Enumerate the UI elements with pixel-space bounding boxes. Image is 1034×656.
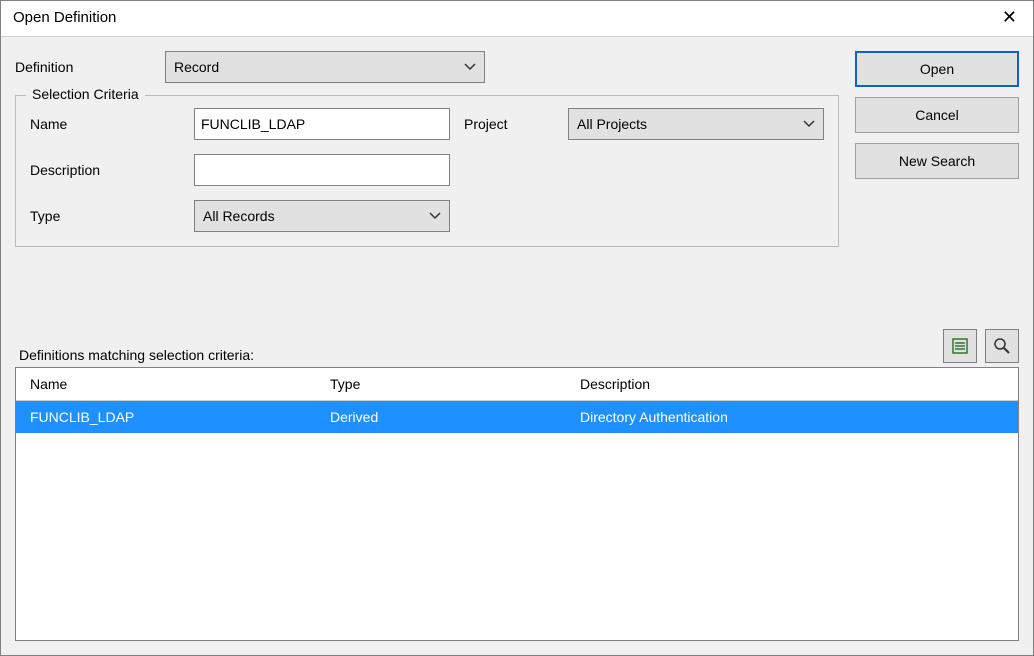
type-label: Type: [30, 208, 180, 224]
new-search-button[interactable]: New Search: [855, 143, 1019, 179]
definition-label: Definition: [15, 59, 165, 75]
definition-row: Definition Record: [15, 51, 839, 83]
titlebar: Open Definition ✕: [1, 1, 1033, 37]
selection-criteria-legend: Selection Criteria: [26, 86, 145, 102]
results-body: FUNCLIB_LDAP Derived Directory Authentic…: [16, 401, 1018, 640]
column-description[interactable]: Description: [566, 368, 1018, 400]
chevron-down-icon: [464, 63, 476, 71]
dialog-body: Definition Record Selection Criteria Nam…: [1, 37, 1033, 333]
type-combo-value: All Records: [203, 208, 275, 224]
open-definition-dialog: Open Definition ✕ Definition Record Sele…: [0, 0, 1034, 656]
type-combo[interactable]: All Records: [194, 200, 450, 232]
chevron-down-icon: [803, 120, 815, 128]
table-row[interactable]: FUNCLIB_LDAP Derived Directory Authentic…: [16, 401, 1018, 433]
chevron-down-icon: [429, 212, 441, 220]
open-button[interactable]: Open: [855, 51, 1019, 87]
row-name: FUNCLIB_LDAP: [16, 405, 316, 429]
upper-section: Definition Record Selection Criteria Nam…: [15, 51, 1019, 247]
project-combo-value: All Projects: [577, 116, 647, 132]
results-list[interactable]: Name Type Description FUNCLIB_LDAP Deriv…: [15, 367, 1019, 641]
matching-label: Definitions matching selection criteria:: [19, 347, 943, 363]
close-icon[interactable]: ✕: [996, 7, 1023, 28]
definition-combo[interactable]: Record: [165, 51, 485, 83]
window-title: Open Definition: [13, 9, 996, 26]
definition-combo-value: Record: [174, 59, 219, 75]
left-pane: Definition Record Selection Criteria Nam…: [15, 51, 839, 247]
project-combo[interactable]: All Projects: [568, 108, 824, 140]
description-input[interactable]: [194, 154, 450, 186]
list-toolbar: [943, 329, 1019, 363]
column-name[interactable]: Name: [16, 368, 316, 400]
results-header: Name Type Description: [16, 368, 1018, 401]
action-buttons: Open Cancel New Search: [855, 51, 1019, 247]
name-label: Name: [30, 116, 180, 132]
cancel-button[interactable]: Cancel: [855, 97, 1019, 133]
list-icon: [951, 337, 969, 355]
criteria-grid: Name Project All Projects Description: [30, 108, 824, 232]
column-type[interactable]: Type: [316, 368, 566, 400]
magnify-button[interactable]: [985, 329, 1019, 363]
magnify-icon: [993, 337, 1011, 355]
list-view-button[interactable]: [943, 329, 977, 363]
description-label: Description: [30, 162, 180, 178]
selection-criteria-group: Selection Criteria Name Project All Proj…: [15, 95, 839, 247]
name-input[interactable]: [194, 108, 450, 140]
row-type: Derived: [316, 405, 566, 429]
matching-row: Definitions matching selection criteria:: [1, 333, 1033, 367]
row-description: Directory Authentication: [566, 405, 1018, 429]
project-label: Project: [464, 116, 554, 132]
